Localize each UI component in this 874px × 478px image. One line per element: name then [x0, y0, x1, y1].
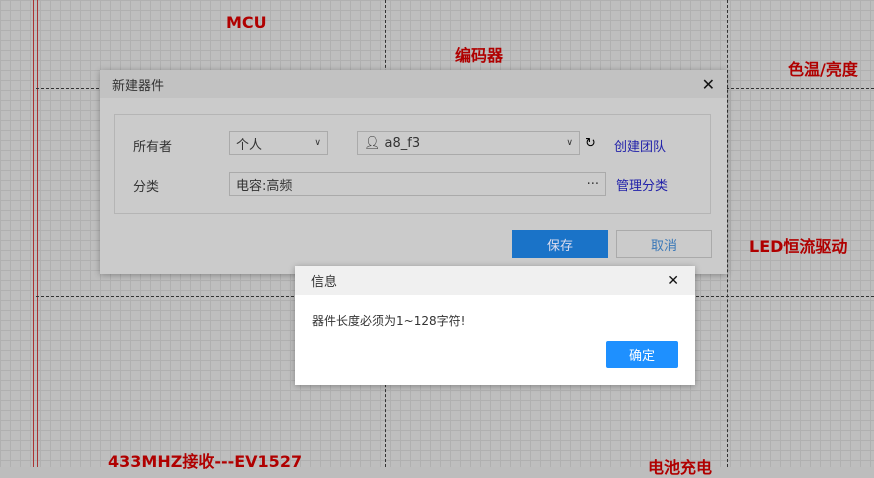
owner-label: 所有者 [133, 140, 173, 155]
dialog-title: 新建器件 [112, 78, 165, 94]
owner-user-value: a8_f3 [384, 135, 421, 151]
category-field[interactable]: 电容:高频 ··· [229, 172, 606, 196]
close-icon[interactable]: ✕ [667, 273, 679, 289]
label-encoder: 编码器 [455, 46, 504, 65]
border-line [33, 0, 34, 467]
user-icon: 👤︎ [364, 135, 381, 151]
category-label: 分类 [133, 180, 160, 195]
label-led-driver: LED恒流驱动 [749, 237, 848, 256]
new-part-dialog: 新建器件 ✕ 所有者 个人 ∨ 👤︎ a8_f3 ∨ ↻ 创建团队 分类 电容:… [100, 70, 727, 274]
save-button[interactable]: 保存 [512, 230, 608, 258]
owner-type-value: 个人 [236, 137, 263, 153]
refresh-icon[interactable]: ↻ [585, 136, 596, 151]
section-divider [727, 0, 728, 467]
owner-type-select[interactable]: 个人 ∨ [229, 131, 328, 155]
close-icon[interactable]: ✕ [702, 75, 715, 94]
category-value: 电容:高频 [236, 178, 293, 194]
info-dialog: 信息 ✕ 器件长度必须为1~128字符! 确定 [295, 266, 695, 385]
label-mcu: MCU [226, 13, 267, 32]
create-team-link[interactable]: 创建团队 [614, 136, 666, 155]
label-color-temp: 色温/亮度 [788, 60, 858, 79]
label-receiver: 433MHZ接收---EV1527 [108, 452, 303, 471]
dialog-header: 新建器件 ✕ [100, 70, 727, 98]
info-message: 器件长度必须为1~128字符! [312, 314, 466, 328]
chevron-down-icon: ∨ [566, 138, 573, 148]
info-dialog-title: 信息 [311, 275, 338, 290]
cancel-button[interactable]: 取消 [616, 230, 712, 258]
info-dialog-header: 信息 ✕ [295, 266, 695, 295]
form-panel [114, 114, 711, 214]
border-line [37, 0, 38, 467]
owner-user-select[interactable]: 👤︎ a8_f3 ∨ [357, 131, 580, 155]
chevron-down-icon: ∨ [314, 138, 321, 148]
manage-category-link[interactable]: 管理分类 [616, 175, 668, 194]
more-icon[interactable]: ··· [587, 177, 599, 192]
label-battery: 电池充电 [648, 458, 713, 477]
ok-button[interactable]: 确定 [606, 341, 678, 368]
